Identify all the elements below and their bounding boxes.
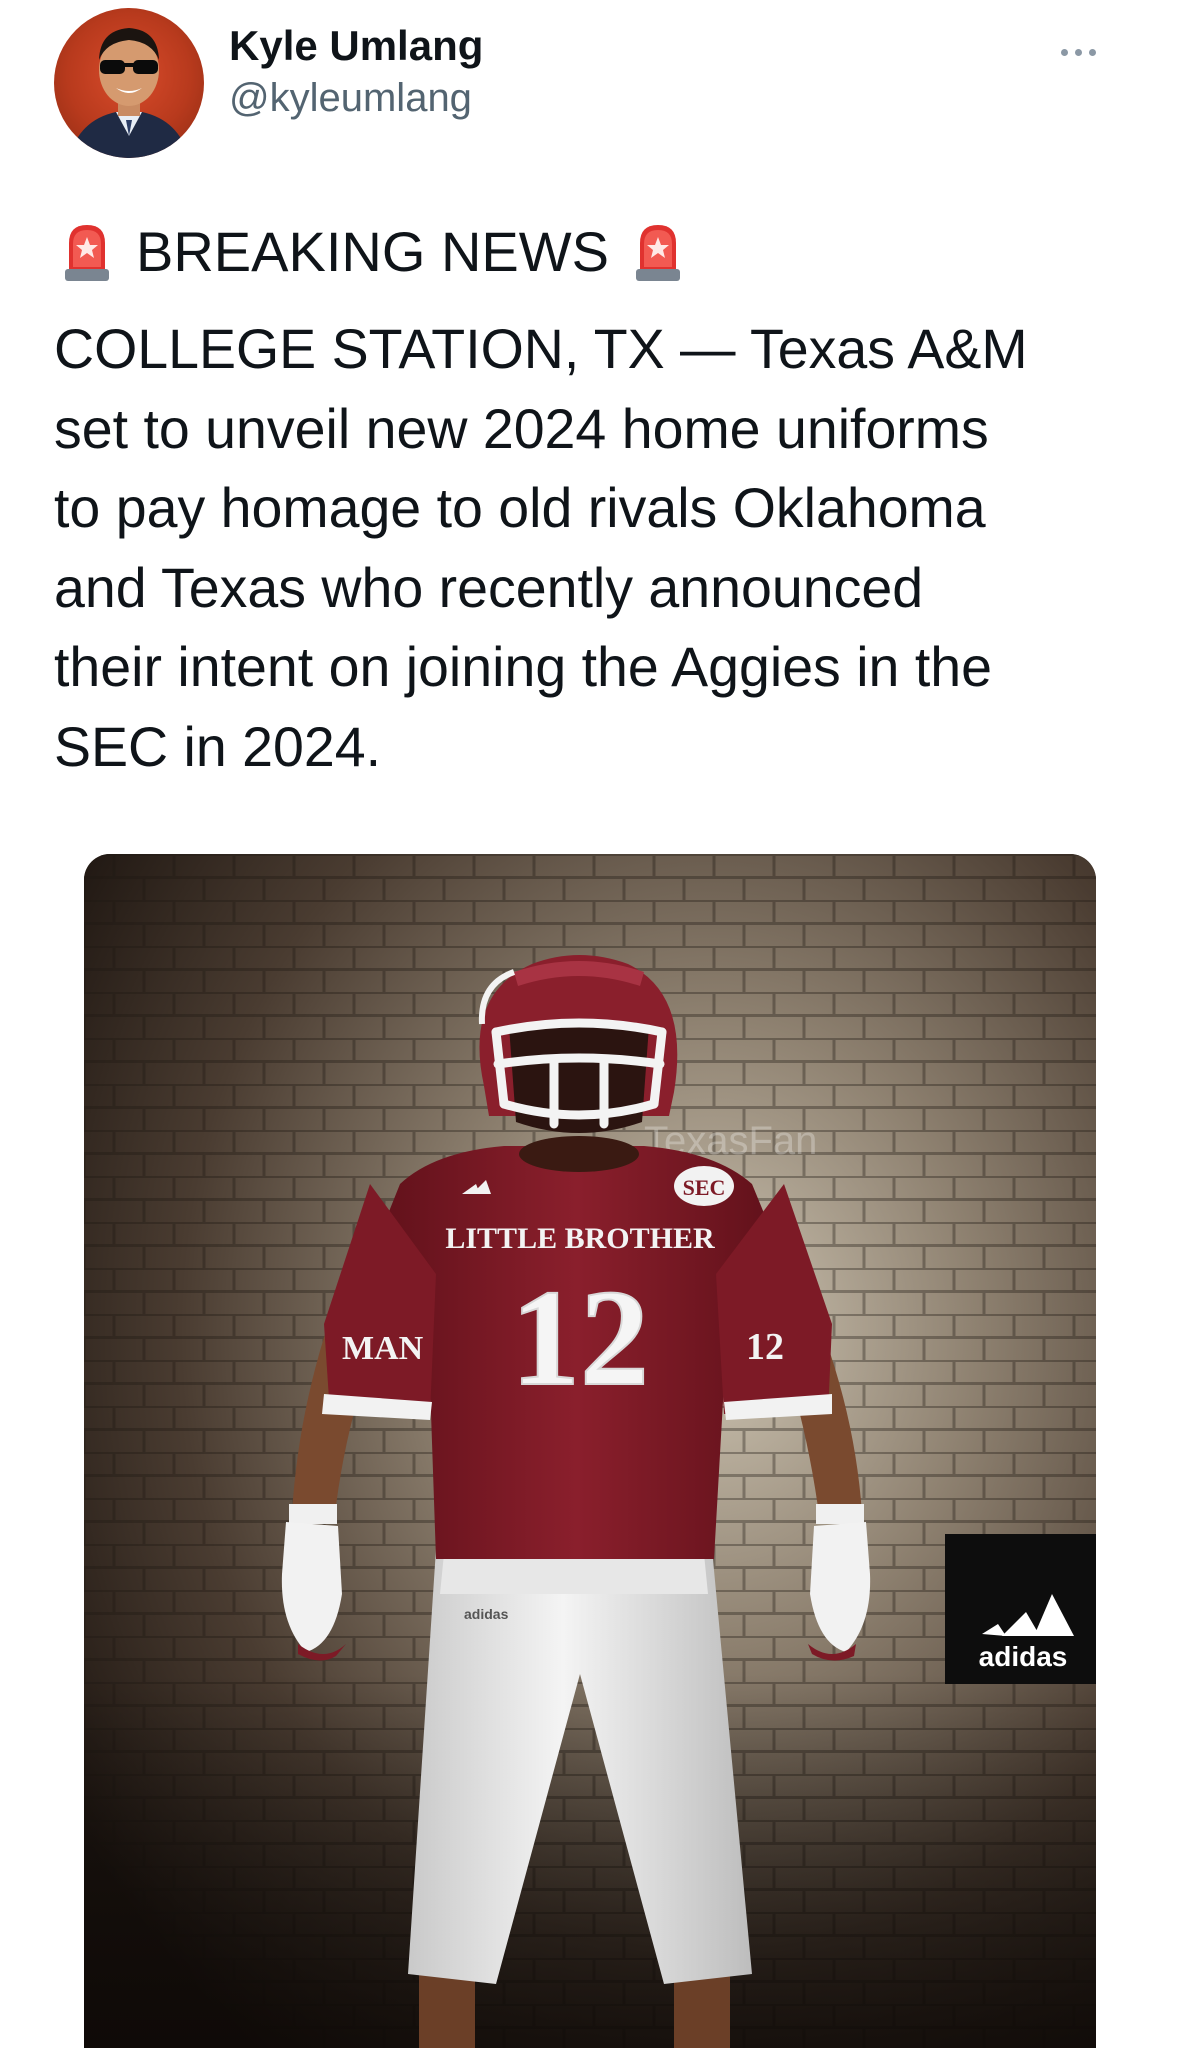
tweet-body-line: and Texas who recently announced — [54, 556, 924, 619]
sleeve-number: 12 — [746, 1326, 784, 1368]
uniform-photo: TexasFan adidas MAN 12 LITTLE BROTHER 12… — [84, 854, 1096, 2048]
tweet-body-line: set to unveil new 2024 home uniforms — [54, 397, 989, 460]
siren-icon — [65, 225, 109, 281]
tweet-media-image[interactable]: TexasFan adidas MAN 12 LITTLE BROTHER 12… — [84, 854, 1096, 2048]
tweet-header: Kyle Umlang @kyleumlang — [54, 8, 1124, 158]
more-options-icon[interactable] — [1046, 36, 1110, 68]
jersey-number: 12 — [511, 1261, 649, 1414]
tweet-headline: BREAKING NEWS — [62, 212, 683, 292]
author-names[interactable]: Kyle Umlang @kyleumlang — [229, 20, 483, 124]
avatar-image — [69, 28, 189, 158]
headline-text: BREAKING NEWS — [136, 220, 609, 283]
tweet-body-line: COLLEGE STATION, TX — Texas A&M — [54, 318, 1028, 380]
author-display-name[interactable]: Kyle Umlang — [229, 20, 483, 72]
siren-icon — [635, 225, 680, 281]
tweet-body-line: to pay homage to old rivals Oklahoma — [54, 477, 986, 539]
jersey-nameplate: LITTLE BROTHER — [445, 1222, 715, 1255]
tweet: Kyle Umlang @kyleumlang BREAKING NEWS CO… — [0, 0, 1180, 2048]
adidas-logo: adidas — [945, 1534, 1096, 1684]
collar-patch: SEC — [683, 1175, 726, 1200]
tweet-body: COLLEGE STATION, TX — Texas A&M set to u… — [54, 310, 1134, 787]
author-handle[interactable]: @kyleumlang — [229, 72, 483, 124]
tweet-body-line: their intent on joining the Aggies in th… — [54, 636, 992, 698]
adidas-wordmark: adidas — [979, 1641, 1068, 1672]
avatar[interactable] — [54, 8, 204, 158]
svg-text:adidas: adidas — [464, 1606, 509, 1622]
more-dot — [1088, 48, 1096, 56]
sleeve-lettering: MAN — [342, 1330, 424, 1367]
tweet-body-line: SEC in 2024. — [54, 715, 382, 778]
more-dot — [1074, 48, 1082, 56]
more-dot — [1060, 48, 1068, 56]
